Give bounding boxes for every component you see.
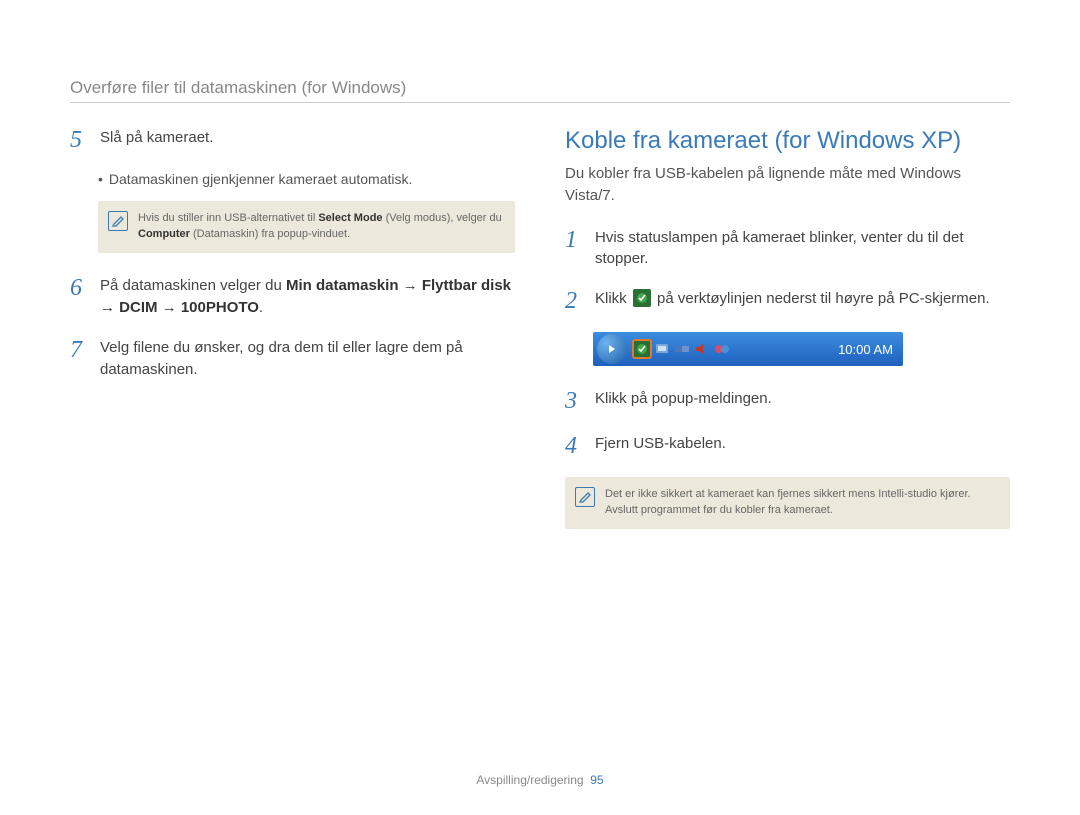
bullet-dot: • — [98, 171, 103, 187]
note-text-part: (Velg modus), velger du — [383, 212, 502, 224]
content-columns: 5 Slå på kameraet. • Datamaskinen gjenkj… — [70, 127, 1010, 551]
step-3: 3 Klikk på popup-meldingen. — [565, 388, 1010, 414]
breadcrumb: Overføre filer til datamaskinen (for Win… — [70, 78, 1010, 103]
start-button-icon — [597, 334, 627, 364]
section-title: Koble fra kameraet (for Windows XP) — [565, 127, 1010, 155]
page-footer: Avspilling/redigering 95 — [0, 773, 1080, 787]
step-text: Klikk på popup-meldingen. — [595, 388, 1010, 414]
right-column: Koble fra kameraet (for Windows XP) Du k… — [565, 127, 1010, 551]
step-number: 2 — [565, 288, 589, 314]
tray-icon — [653, 340, 671, 358]
step-text-part: . — [259, 299, 263, 316]
note-text-part: (Datamaskin) fra popup-vinduet. — [190, 228, 350, 240]
note-right: Det er ikke sikkert at kameraet kan fjer… — [565, 477, 1010, 529]
page-number: 95 — [590, 773, 603, 787]
footer-section: Avspilling/redigering — [476, 773, 583, 787]
step-4: 4 Fjern USB-kabelen. — [565, 433, 1010, 459]
step-number: 3 — [565, 388, 589, 414]
step-text: På datamaskinen velger du Min datamaskin… — [100, 275, 515, 319]
step-text: Hvis statuslampen på kameraet blinker, v… — [595, 227, 1010, 271]
bullet-text: Datamaskinen gjenkjenner kameraet automa… — [109, 171, 413, 187]
section-intro: Du kobler fra USB-kabelen på lignende må… — [565, 163, 1010, 207]
manual-page: Overføre filer til datamaskinen (for Win… — [0, 0, 1080, 815]
step-2: 2 Klikk på verktøylinjen nederst til høy… — [565, 288, 1010, 314]
step-text: Slå på kameraet. — [100, 127, 515, 153]
step-number: 4 — [565, 433, 589, 459]
note-step5: Hvis du stiller inn USB-alternativet til… — [98, 201, 515, 253]
step-text: Velg filene du ønsker, og dra dem til el… — [100, 337, 515, 381]
tray-icon — [673, 340, 691, 358]
note-text-bold: Computer — [138, 228, 190, 240]
step-number: 7 — [70, 337, 94, 381]
tray-icon — [713, 340, 731, 358]
system-tray — [629, 340, 735, 358]
volume-tray-icon — [693, 340, 711, 358]
step-text-part: Klikk — [595, 290, 631, 307]
taskbar-screenshot: 10:00 AM — [593, 332, 903, 366]
step-number: 5 — [70, 127, 94, 153]
step-text-part: På datamaskinen velger du — [100, 277, 286, 294]
safely-remove-icon — [633, 289, 651, 307]
step-5: 5 Slå på kameraet. — [70, 127, 515, 153]
step-number: 6 — [70, 275, 94, 319]
left-column: 5 Slå på kameraet. • Datamaskinen gjenkj… — [70, 127, 515, 551]
taskbar-clock: 10:00 AM — [828, 342, 903, 357]
safely-remove-tray-icon — [633, 340, 651, 358]
step-text: Fjern USB-kabelen. — [595, 433, 1010, 459]
step-text-part: på verktøylinjen nederst til høyre på PC… — [657, 290, 990, 307]
note-icon — [575, 487, 595, 507]
step-1: 1 Hvis statuslampen på kameraet blinker,… — [565, 227, 1010, 271]
step-text: Klikk på verktøylinjen nederst til høyre… — [595, 288, 1010, 314]
note-text: Det er ikke sikkert at kameraet kan fjer… — [605, 488, 971, 516]
note-icon — [108, 211, 128, 231]
step-number: 1 — [565, 227, 589, 271]
step-7: 7 Velg filene du ønsker, og dra dem til … — [70, 337, 515, 381]
note-text-bold: Select Mode — [318, 212, 382, 224]
step-6: 6 På datamaskinen velger du Min datamask… — [70, 275, 515, 319]
step-5-bullet: • Datamaskinen gjenkjenner kameraet auto… — [98, 171, 515, 187]
note-text-part: Hvis du stiller inn USB-alternativet til — [138, 212, 318, 224]
